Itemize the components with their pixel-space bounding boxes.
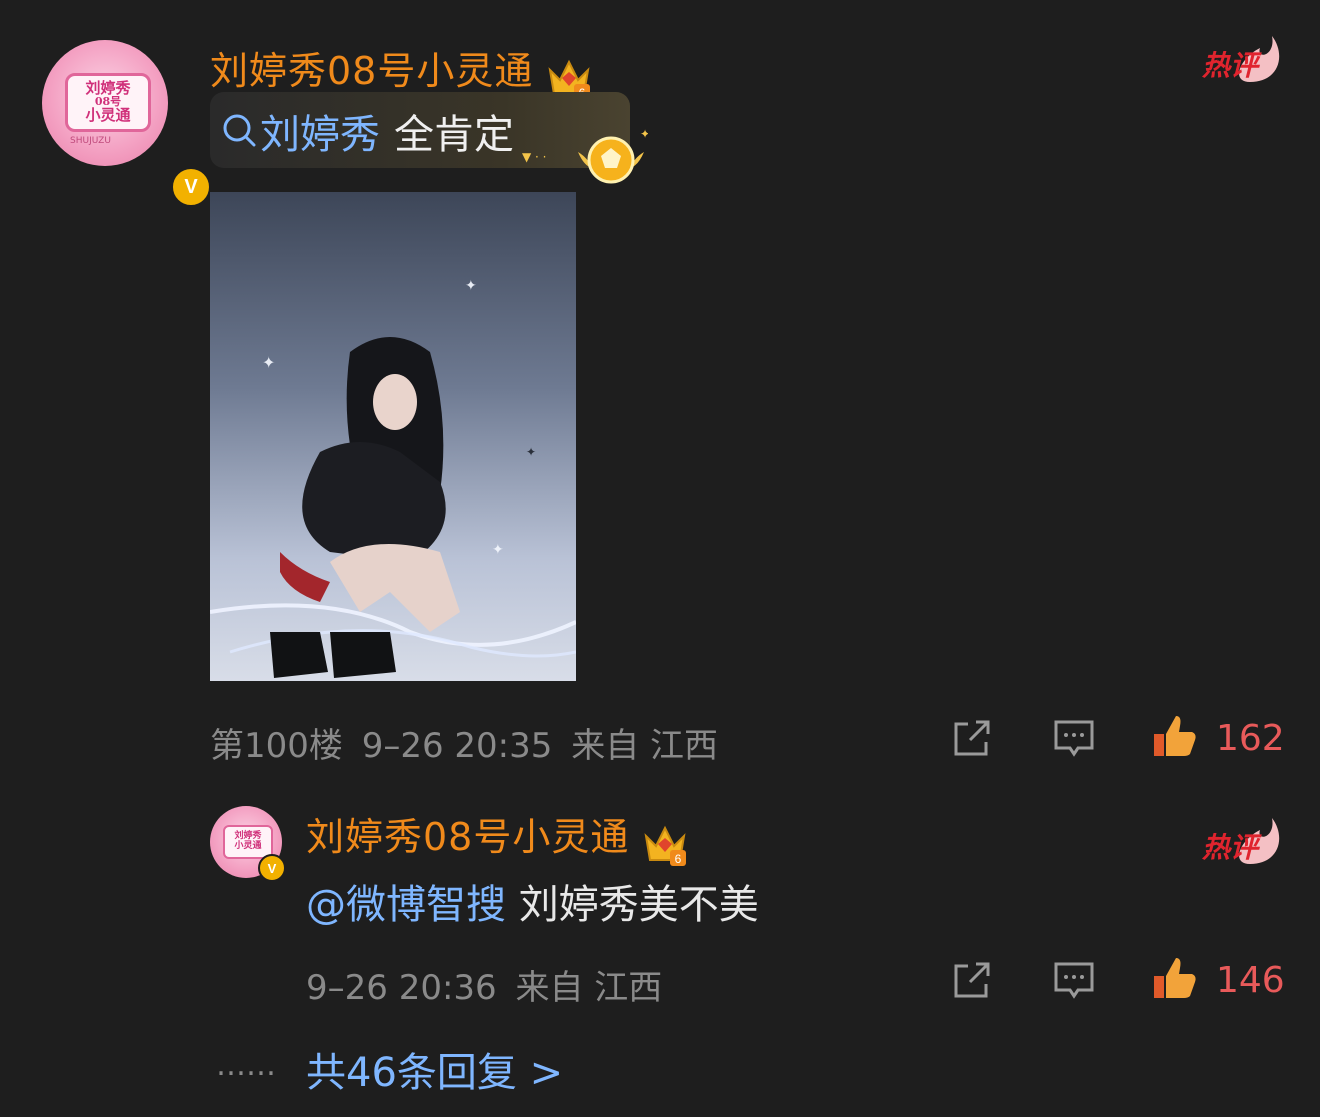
search-icon: [220, 106, 258, 154]
ellipsis: ……: [216, 1048, 276, 1083]
crown-level: 6: [675, 852, 682, 866]
comment-icon: [1054, 720, 1094, 757]
reply-avatar[interactable]: 刘婷秀 小灵通 V: [210, 806, 286, 882]
comment-icon: [1054, 962, 1094, 999]
avatar-line: 小灵通: [85, 105, 131, 124]
avatar-line: 刘婷秀: [85, 78, 131, 97]
verified-label: V: [267, 860, 277, 876]
svg-text:✦: ✦: [526, 445, 536, 459]
avatar[interactable]: 刘婷秀 08号 小灵通 SHUJUZU V: [42, 40, 212, 208]
mention-link[interactable]: @微博智搜: [306, 882, 506, 928]
share-icon: [954, 720, 990, 756]
share-icon: [954, 962, 990, 998]
comment-meta: 第100楼 9–26 20:35 来自 江西: [210, 718, 718, 767]
reply-body: 刘婷秀美不美: [506, 882, 759, 928]
more-replies-link[interactable]: 共46条回复 >: [306, 1040, 563, 1098]
thumbs-up-icon: [1154, 716, 1196, 756]
hot-label: 热评: [1202, 49, 1259, 82]
comment-location: 来自 江西: [571, 726, 719, 766]
share-button[interactable]: [950, 958, 994, 1006]
hot-label: 热评: [1202, 831, 1259, 864]
reply-meta: 9–26 20:36 来自 江西: [306, 960, 662, 1009]
username[interactable]: 刘婷秀08号小灵通: [210, 49, 533, 93]
like-button[interactable]: [1152, 954, 1198, 1006]
reply-text: @微博智搜 刘婷秀美不美: [306, 872, 759, 930]
floor-number: 第100楼: [210, 726, 343, 766]
share-button[interactable]: [950, 716, 994, 764]
like-button[interactable]: [1152, 712, 1198, 764]
svg-text:✦: ✦: [640, 128, 648, 141]
hot-comment-badge: 热评: [1200, 812, 1280, 868]
comment-time: 9–26 20:35: [361, 726, 553, 766]
svg-text:✦: ✦: [262, 353, 275, 372]
reply-location: 来自 江西: [515, 968, 663, 1008]
person-figure-icon: ✦ ✦ ✦ ✦: [210, 278, 576, 678]
verified-badge: V: [170, 166, 212, 208]
search-chip-highlight: 刘婷秀: [260, 112, 380, 158]
reply-button[interactable]: [1052, 716, 1096, 764]
reply-username[interactable]: 刘婷秀08号小灵通: [306, 815, 629, 859]
sparkle-icon: ▼ · ·: [522, 150, 547, 164]
like-count: 162: [1216, 718, 1285, 759]
like-count: 146: [1216, 960, 1285, 1001]
avatar-screen: 刘婷秀 08号 小灵通: [64, 72, 152, 132]
search-chip-rest: 全肯定: [394, 112, 514, 158]
reply-button[interactable]: [1052, 958, 1096, 1006]
verified-label: V: [184, 175, 198, 198]
svg-text:✦: ✦: [465, 278, 477, 294]
avatar-screen: 刘婷秀 小灵通: [222, 824, 274, 859]
avatar-small-text: SHUJUZU: [70, 136, 111, 146]
svg-text:✦: ✦: [492, 542, 504, 558]
reply-time: 9–26 20:36: [306, 968, 497, 1008]
comment-photo[interactable]: ✦ ✦ ✦ ✦: [210, 192, 576, 681]
hot-comment-badge: 热评: [1200, 30, 1280, 86]
reply-username-row: 刘婷秀08号小灵通 6: [306, 806, 688, 870]
search-chip[interactable]: 刘婷秀 全肯定 ▼ · ·: [210, 92, 630, 168]
thumbs-up-icon: [1154, 958, 1196, 998]
verified-badge: V: [258, 854, 286, 882]
avatar-line: 小灵通: [234, 840, 262, 851]
crown-icon: 6: [642, 822, 688, 870]
medal-icon: ✦: [574, 127, 650, 190]
